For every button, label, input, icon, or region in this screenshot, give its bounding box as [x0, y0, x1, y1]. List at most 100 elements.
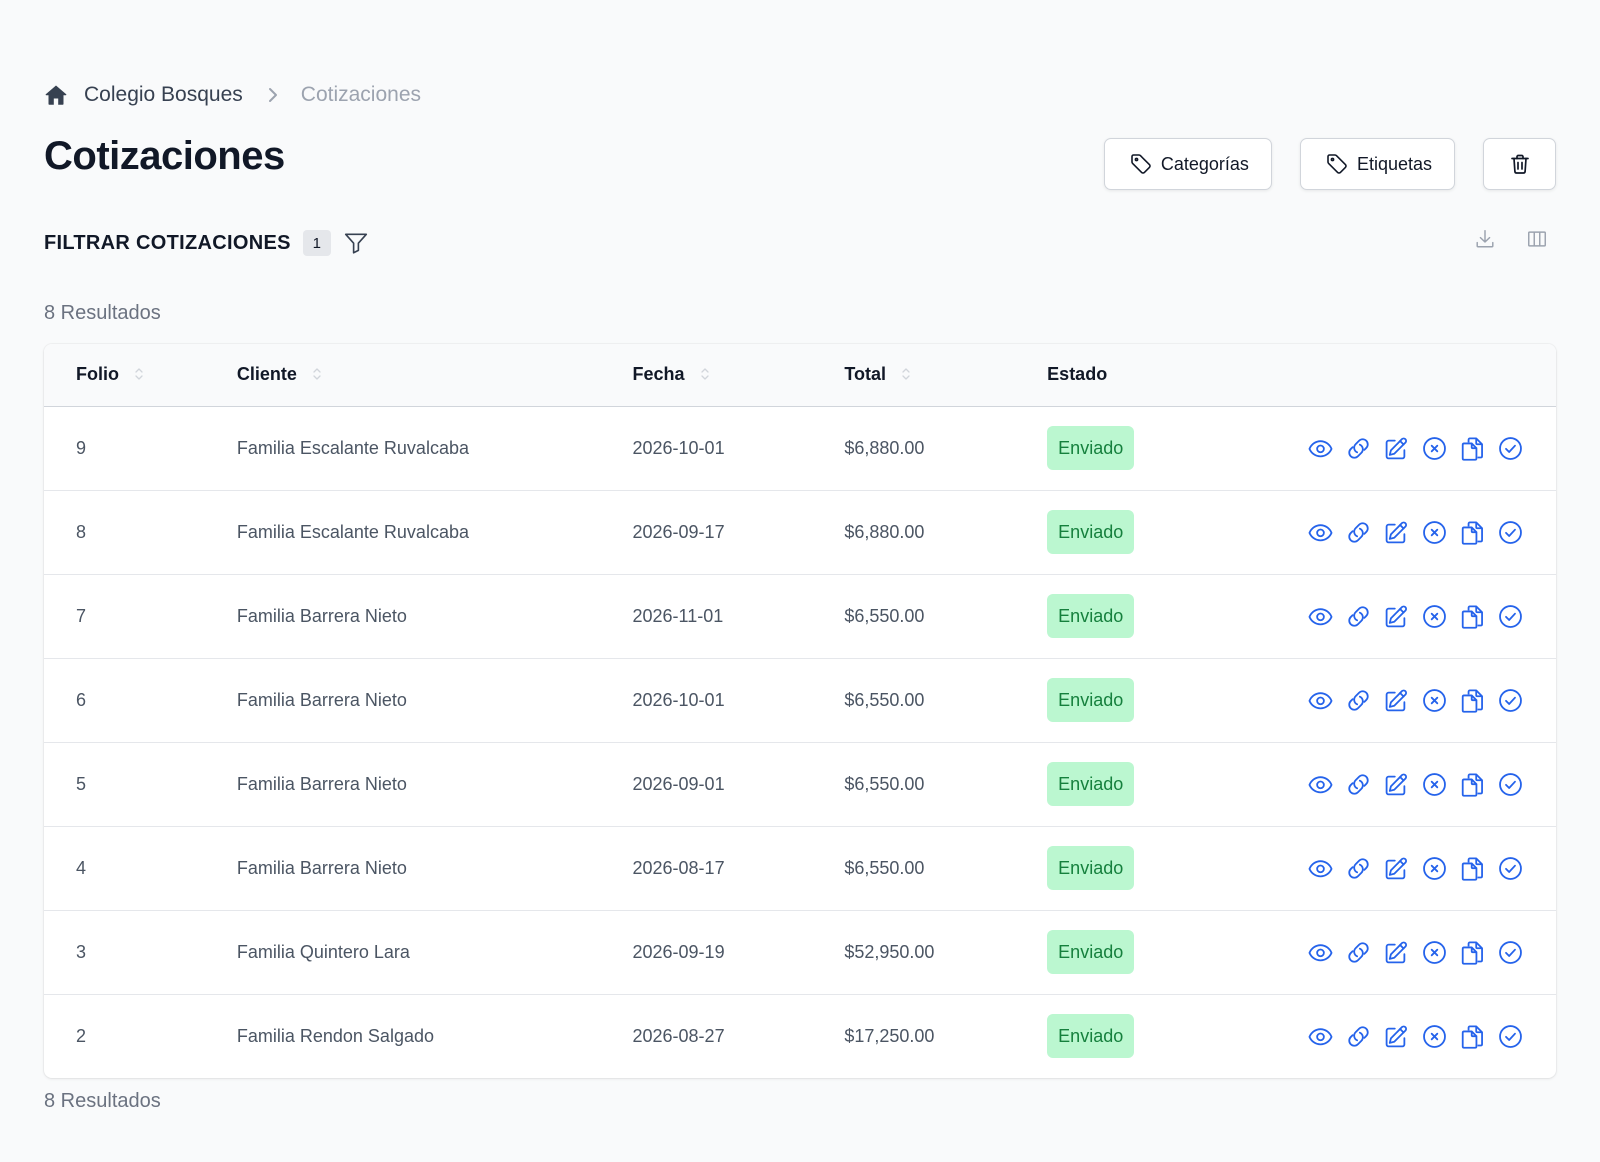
breadcrumb-school-link[interactable]: Colegio Bosques	[84, 83, 243, 107]
estado-cell: Enviado	[1047, 742, 1307, 826]
filter-count-badge: 1	[302, 230, 331, 256]
total-cell: $6,550.00	[844, 605, 925, 626]
copy-icon[interactable]	[1459, 603, 1486, 630]
cancel-circle-icon[interactable]	[1421, 519, 1448, 546]
link-icon[interactable]	[1345, 1023, 1372, 1050]
eye-icon[interactable]	[1307, 1023, 1334, 1050]
link-icon[interactable]	[1345, 519, 1372, 546]
fecha-cell: 2026-09-01	[632, 773, 725, 794]
link-icon[interactable]	[1345, 603, 1372, 630]
estado-cell: Enviado	[1047, 490, 1307, 574]
edit-icon[interactable]	[1383, 771, 1410, 798]
delete-button[interactable]	[1483, 138, 1556, 190]
edit-icon[interactable]	[1383, 855, 1410, 882]
link-icon[interactable]	[1345, 939, 1372, 966]
page-title: Cotizaciones	[44, 134, 285, 178]
edit-icon[interactable]	[1383, 435, 1410, 462]
link-icon[interactable]	[1345, 855, 1372, 882]
status-badge: Enviado	[1047, 762, 1135, 806]
column-header-fecha[interactable]: Fecha	[633, 344, 845, 406]
column-header-cliente[interactable]: Cliente	[237, 344, 633, 406]
table-row[interactable]: 2 Familia Rendon Salgado 2026-08-27 $17,…	[44, 994, 1556, 1078]
table-row[interactable]: 4 Familia Barrera Nieto 2026-08-17 $6,55…	[44, 826, 1556, 910]
total-cell: $6,880.00	[844, 521, 925, 542]
check-circle-icon[interactable]	[1497, 855, 1524, 882]
table-row[interactable]: 7 Familia Barrera Nieto 2026-11-01 $6,55…	[44, 574, 1556, 658]
status-badge: Enviado	[1047, 510, 1135, 554]
cancel-circle-icon[interactable]	[1421, 603, 1448, 630]
folio-cell: 4	[76, 857, 87, 878]
copy-icon[interactable]	[1459, 1023, 1486, 1050]
download-icon[interactable]	[1474, 228, 1496, 250]
folio-cell: 8	[76, 521, 87, 542]
eye-icon[interactable]	[1307, 687, 1334, 714]
copy-icon[interactable]	[1459, 855, 1486, 882]
categorias-button[interactable]: Categorías	[1103, 138, 1272, 190]
table-row[interactable]: 6 Familia Barrera Nieto 2026-10-01 $6,55…	[44, 658, 1556, 742]
actions-cell	[1307, 994, 1556, 1078]
filter-row: FILTRAR COTIZACIONES 1	[44, 228, 369, 258]
home-icon[interactable]	[44, 83, 68, 107]
eye-icon[interactable]	[1307, 603, 1334, 630]
copy-icon[interactable]	[1459, 435, 1486, 462]
cliente-cell: Familia Escalante Ruvalcaba	[236, 521, 469, 542]
cliente-cell: Familia Quintero Lara	[236, 941, 410, 962]
actions-cell	[1307, 574, 1556, 658]
link-icon[interactable]	[1345, 771, 1372, 798]
column-header-actions	[1307, 344, 1556, 406]
fecha-cell: 2026-11-01	[632, 605, 724, 626]
cancel-circle-icon[interactable]	[1421, 1023, 1448, 1050]
table-row[interactable]: 9 Familia Escalante Ruvalcaba 2026-10-01…	[44, 406, 1556, 490]
check-circle-icon[interactable]	[1497, 771, 1524, 798]
sort-icon	[700, 368, 709, 380]
check-circle-icon[interactable]	[1497, 435, 1524, 462]
cancel-circle-icon[interactable]	[1421, 939, 1448, 966]
eye-icon[interactable]	[1307, 519, 1334, 546]
estado-cell: Enviado	[1047, 574, 1307, 658]
chevron-right-icon	[263, 85, 283, 105]
check-circle-icon[interactable]	[1497, 939, 1524, 966]
columns-icon[interactable]	[1526, 228, 1548, 250]
eye-icon[interactable]	[1307, 771, 1334, 798]
edit-icon[interactable]	[1383, 687, 1410, 714]
eye-icon[interactable]	[1307, 855, 1334, 882]
table-row[interactable]: 3 Familia Quintero Lara 2026-09-19 $52,9…	[44, 910, 1556, 994]
total-cell: $6,550.00	[844, 857, 925, 878]
edit-icon[interactable]	[1383, 1023, 1410, 1050]
link-icon[interactable]	[1345, 435, 1372, 462]
fecha-cell: 2026-09-17	[632, 521, 725, 542]
fecha-cell: 2026-08-17	[632, 857, 725, 878]
fecha-cell: 2026-10-01	[632, 437, 725, 458]
cancel-circle-icon[interactable]	[1421, 435, 1448, 462]
table-row[interactable]: 5 Familia Barrera Nieto 2026-09-01 $6,55…	[44, 742, 1556, 826]
filter-title[interactable]: FILTRAR COTIZACIONES	[44, 232, 291, 255]
check-circle-icon[interactable]	[1497, 687, 1524, 714]
table-row[interactable]: 8 Familia Escalante Ruvalcaba 2026-09-17…	[44, 490, 1556, 574]
copy-icon[interactable]	[1459, 939, 1486, 966]
estado-cell: Enviado	[1047, 994, 1307, 1078]
edit-icon[interactable]	[1383, 519, 1410, 546]
edit-icon[interactable]	[1383, 939, 1410, 966]
copy-icon[interactable]	[1459, 771, 1486, 798]
estado-cell: Enviado	[1047, 406, 1307, 490]
cancel-circle-icon[interactable]	[1421, 687, 1448, 714]
copy-icon[interactable]	[1459, 687, 1486, 714]
sort-icon	[902, 368, 910, 380]
check-circle-icon[interactable]	[1497, 519, 1524, 546]
eye-icon[interactable]	[1307, 939, 1334, 966]
column-header-folio[interactable]: Folio	[44, 344, 237, 406]
filter-icon[interactable]	[343, 230, 369, 256]
cliente-cell: Familia Barrera Nieto	[236, 773, 407, 794]
etiquetas-button[interactable]: Etiquetas	[1299, 138, 1455, 190]
link-icon[interactable]	[1345, 687, 1372, 714]
check-circle-icon[interactable]	[1497, 1023, 1524, 1050]
copy-icon[interactable]	[1459, 519, 1486, 546]
column-header-total[interactable]: Total	[844, 344, 1047, 406]
cancel-circle-icon[interactable]	[1421, 771, 1448, 798]
eye-icon[interactable]	[1307, 435, 1334, 462]
edit-icon[interactable]	[1383, 603, 1410, 630]
cancel-circle-icon[interactable]	[1421, 855, 1448, 882]
total-cell: $6,550.00	[844, 773, 925, 794]
folio-cell: 7	[76, 605, 87, 626]
check-circle-icon[interactable]	[1497, 603, 1524, 630]
